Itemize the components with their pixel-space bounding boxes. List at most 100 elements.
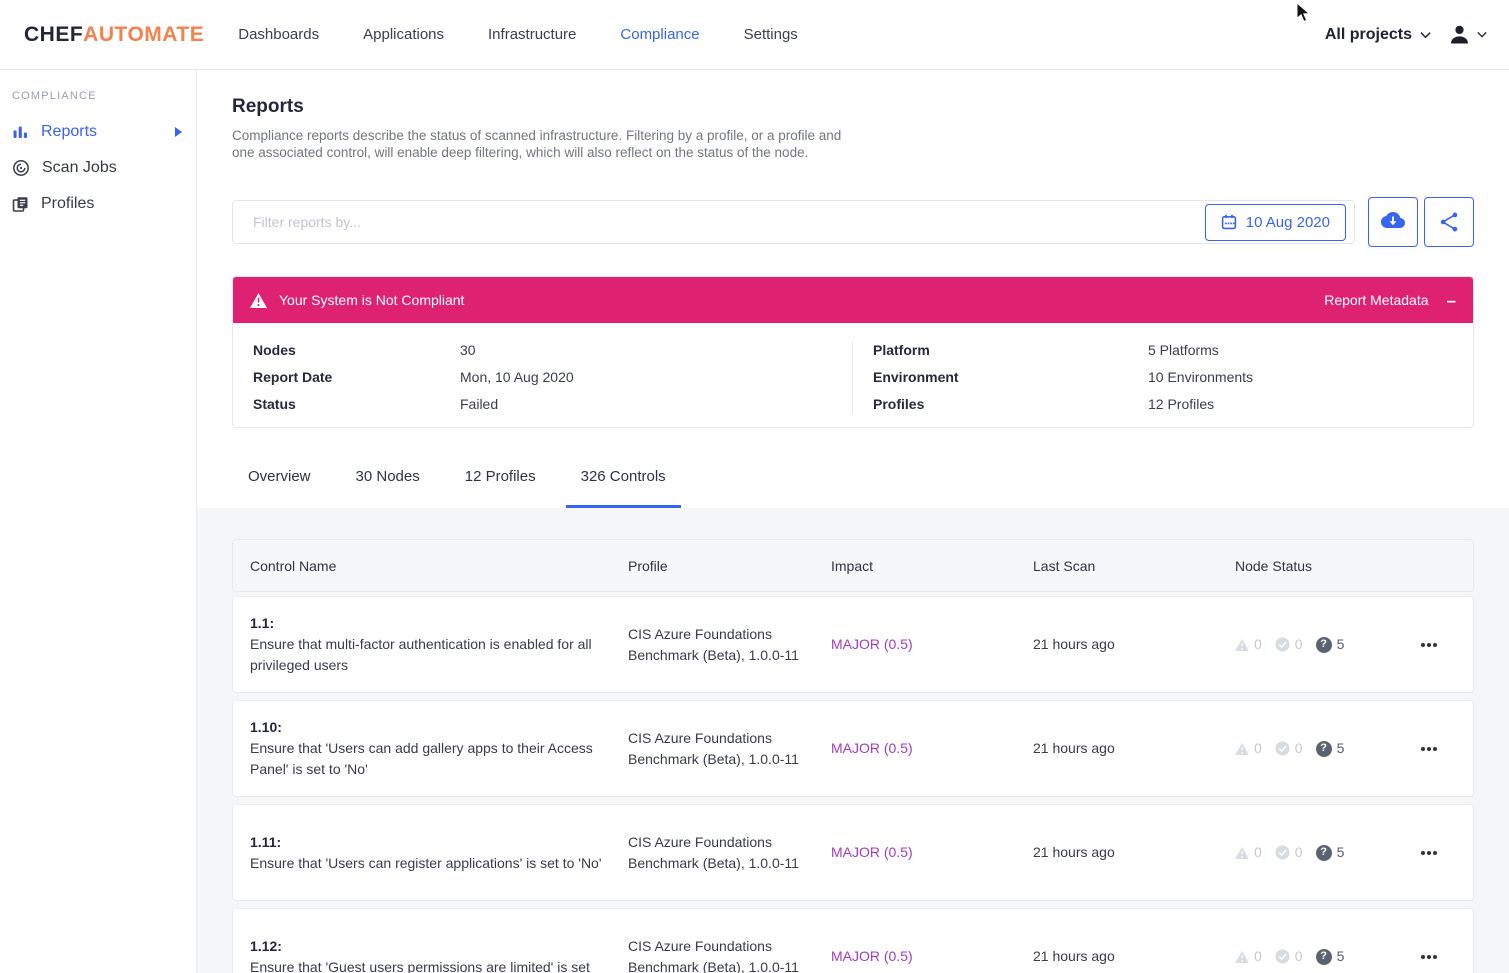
report-tabs: Overview 30 Nodes 12 Profiles 326 Controls bbox=[233, 468, 1474, 508]
filter-reports-input[interactable] bbox=[253, 214, 1205, 230]
table-row[interactable]: 1.10: Ensure that 'Users can add gallery… bbox=[232, 700, 1474, 797]
top-nav-item[interactable]: Compliance bbox=[620, 20, 699, 49]
control-name-cell: 1.1: Ensure that multi-factor authentica… bbox=[233, 599, 628, 690]
node-status-cell: 0 0 ? 5 bbox=[1235, 946, 1395, 967]
top-navigation-bar: CHEFAUTOMATE Dashboards Applications Infra… bbox=[0, 0, 1509, 70]
more-options-button[interactable] bbox=[1415, 845, 1443, 861]
ellipsis-icon bbox=[1421, 747, 1425, 751]
failed-count: 0 bbox=[1254, 634, 1262, 655]
passed-nodes-stat: 0 bbox=[1275, 842, 1303, 863]
chef-automate-logo[interactable]: CHEFAUTOMATE bbox=[24, 23, 204, 47]
passed-count: 0 bbox=[1295, 842, 1303, 863]
impact-cell: MAJOR (0.5) bbox=[831, 946, 1033, 967]
passed-count: 0 bbox=[1295, 738, 1303, 759]
user-menu-dropdown[interactable] bbox=[1448, 23, 1487, 46]
control-id: 1.10: bbox=[250, 717, 604, 738]
report-tab[interactable]: Overview bbox=[233, 468, 326, 508]
failed-nodes-stat: 0 bbox=[1235, 738, 1262, 759]
metadata-row: Nodes 30 bbox=[253, 341, 832, 359]
sidebar-item-scan-jobs[interactable]: Scan Jobs bbox=[0, 150, 196, 186]
metadata-column-left: Nodes 30 Report Date Mon, 10 Aug 2020 St… bbox=[233, 341, 853, 413]
top-nav-item[interactable]: Infrastructure bbox=[488, 20, 576, 49]
metadata-value: Mon, 10 Aug 2020 bbox=[460, 368, 574, 386]
chef-automate-app: CHEFAUTOMATE Dashboards Applications Infra… bbox=[0, 0, 1509, 973]
warning-triangle-icon bbox=[250, 293, 267, 308]
sidebar-item-label: Profiles bbox=[41, 195, 94, 213]
controls-table-rows: 1.1: Ensure that multi-factor authentica… bbox=[232, 596, 1474, 973]
compliance-status-banner: Your System is Not Compliant Report Meta… bbox=[233, 277, 1473, 323]
warning-triangle-icon bbox=[1235, 951, 1249, 963]
top-nav-item[interactable]: Settings bbox=[744, 20, 798, 49]
ellipsis-icon bbox=[1421, 851, 1425, 855]
sidebar-item-profiles[interactable]: Profiles bbox=[0, 186, 196, 222]
control-name-cell: 1.12: Ensure that 'Guest users permissio… bbox=[233, 922, 628, 973]
failed-nodes-stat: 0 bbox=[1235, 634, 1262, 655]
passed-count: 0 bbox=[1295, 946, 1303, 967]
logo-automate-text: AUTOMATE bbox=[83, 23, 204, 46]
page-description: Compliance reports describe the status o… bbox=[232, 128, 852, 161]
metadata-value: 10 Environments bbox=[1148, 368, 1253, 386]
metadata-row: Status Failed bbox=[253, 395, 832, 413]
skipped-count: 5 bbox=[1337, 842, 1345, 863]
metadata-row: Environment 10 Environments bbox=[873, 368, 1453, 386]
profile-cell: CIS Azure Foundations Benchmark (Beta), … bbox=[628, 936, 831, 973]
table-column-header: Control Name bbox=[233, 558, 628, 574]
page-title: Reports bbox=[232, 96, 1474, 118]
table-row[interactable]: 1.1: Ensure that multi-factor authentica… bbox=[232, 596, 1474, 693]
node-status-cell: 0 0 ? 5 bbox=[1235, 738, 1395, 759]
report-tab[interactable]: 326 Controls bbox=[566, 468, 681, 508]
row-actions-cell bbox=[1395, 637, 1473, 653]
failed-count: 0 bbox=[1254, 738, 1262, 759]
top-nav-item[interactable]: Dashboards bbox=[238, 20, 319, 49]
question-circle-icon: ? bbox=[1316, 637, 1332, 653]
report-tab[interactable]: 30 Nodes bbox=[341, 468, 435, 508]
projects-filter-dropdown[interactable]: All projects bbox=[1325, 26, 1431, 44]
report-metadata-body: Nodes 30 Report Date Mon, 10 Aug 2020 St… bbox=[233, 323, 1473, 427]
skipped-nodes-stat: ? 5 bbox=[1316, 634, 1345, 655]
impact-cell: MAJOR (0.5) bbox=[831, 738, 1033, 759]
top-nav-item[interactable]: Applications bbox=[363, 20, 444, 49]
table-row[interactable]: 1.12: Ensure that 'Guest users permissio… bbox=[232, 908, 1474, 973]
more-options-button[interactable] bbox=[1415, 637, 1443, 653]
skipped-count: 5 bbox=[1337, 738, 1345, 759]
report-date-label: 10 Aug 2020 bbox=[1246, 214, 1330, 231]
failed-nodes-stat: 0 bbox=[1235, 842, 1262, 863]
report-date-picker-button[interactable]: 10 Aug 2020 bbox=[1205, 204, 1346, 241]
last-scan-cell: 21 hours ago bbox=[1033, 738, 1235, 759]
sidebar-item-reports[interactable]: Reports bbox=[0, 114, 196, 150]
ellipsis-icon bbox=[1421, 643, 1425, 647]
report-metadata-toggle-label[interactable]: Report Metadata bbox=[1324, 292, 1428, 308]
chevron-down-icon bbox=[1477, 31, 1487, 38]
metadata-label: Status bbox=[253, 395, 460, 413]
skipped-count: 5 bbox=[1337, 946, 1345, 967]
more-options-button[interactable] bbox=[1415, 949, 1443, 965]
row-actions-cell bbox=[1395, 949, 1473, 965]
collapse-metadata-button[interactable]: – bbox=[1447, 292, 1456, 309]
table-column-header: Node Status bbox=[1235, 558, 1395, 574]
compliance-sidebar: COMPLIANCE Reports Scan Jobs bbox=[0, 70, 197, 973]
skipped-nodes-stat: ? 5 bbox=[1316, 738, 1345, 759]
compliance-status-message: Your System is Not Compliant bbox=[279, 292, 464, 308]
bar-chart-icon bbox=[12, 124, 29, 140]
metadata-row: Report Date Mon, 10 Aug 2020 bbox=[253, 368, 832, 386]
controls-table-section: Control NameProfileImpactLast ScanNode S… bbox=[197, 508, 1509, 973]
projects-filter-label: All projects bbox=[1325, 26, 1412, 44]
control-description: Ensure that 'Guest users permissions are… bbox=[250, 959, 590, 973]
table-row[interactable]: 1.11: Ensure that 'Users can register ap… bbox=[232, 804, 1474, 901]
impact-cell: MAJOR (0.5) bbox=[831, 634, 1033, 655]
share-report-button[interactable] bbox=[1424, 197, 1474, 247]
more-options-button[interactable] bbox=[1415, 741, 1443, 757]
ellipsis-icon bbox=[1421, 955, 1425, 959]
metadata-label: Report Date bbox=[253, 368, 460, 386]
last-scan-cell: 21 hours ago bbox=[1033, 946, 1235, 967]
failed-count: 0 bbox=[1254, 946, 1262, 967]
report-tab[interactable]: 12 Profiles bbox=[450, 468, 551, 508]
filter-input-container: 10 Aug 2020 bbox=[232, 200, 1355, 244]
sidebar-section-label: COMPLIANCE bbox=[12, 90, 196, 102]
download-report-button[interactable] bbox=[1368, 197, 1418, 247]
metadata-value: 30 bbox=[460, 341, 476, 359]
profile-cell: CIS Azure Foundations Benchmark (Beta), … bbox=[628, 728, 831, 770]
passed-nodes-stat: 0 bbox=[1275, 738, 1303, 759]
chevron-right-icon bbox=[174, 127, 182, 137]
table-column-header: Last Scan bbox=[1033, 558, 1235, 574]
